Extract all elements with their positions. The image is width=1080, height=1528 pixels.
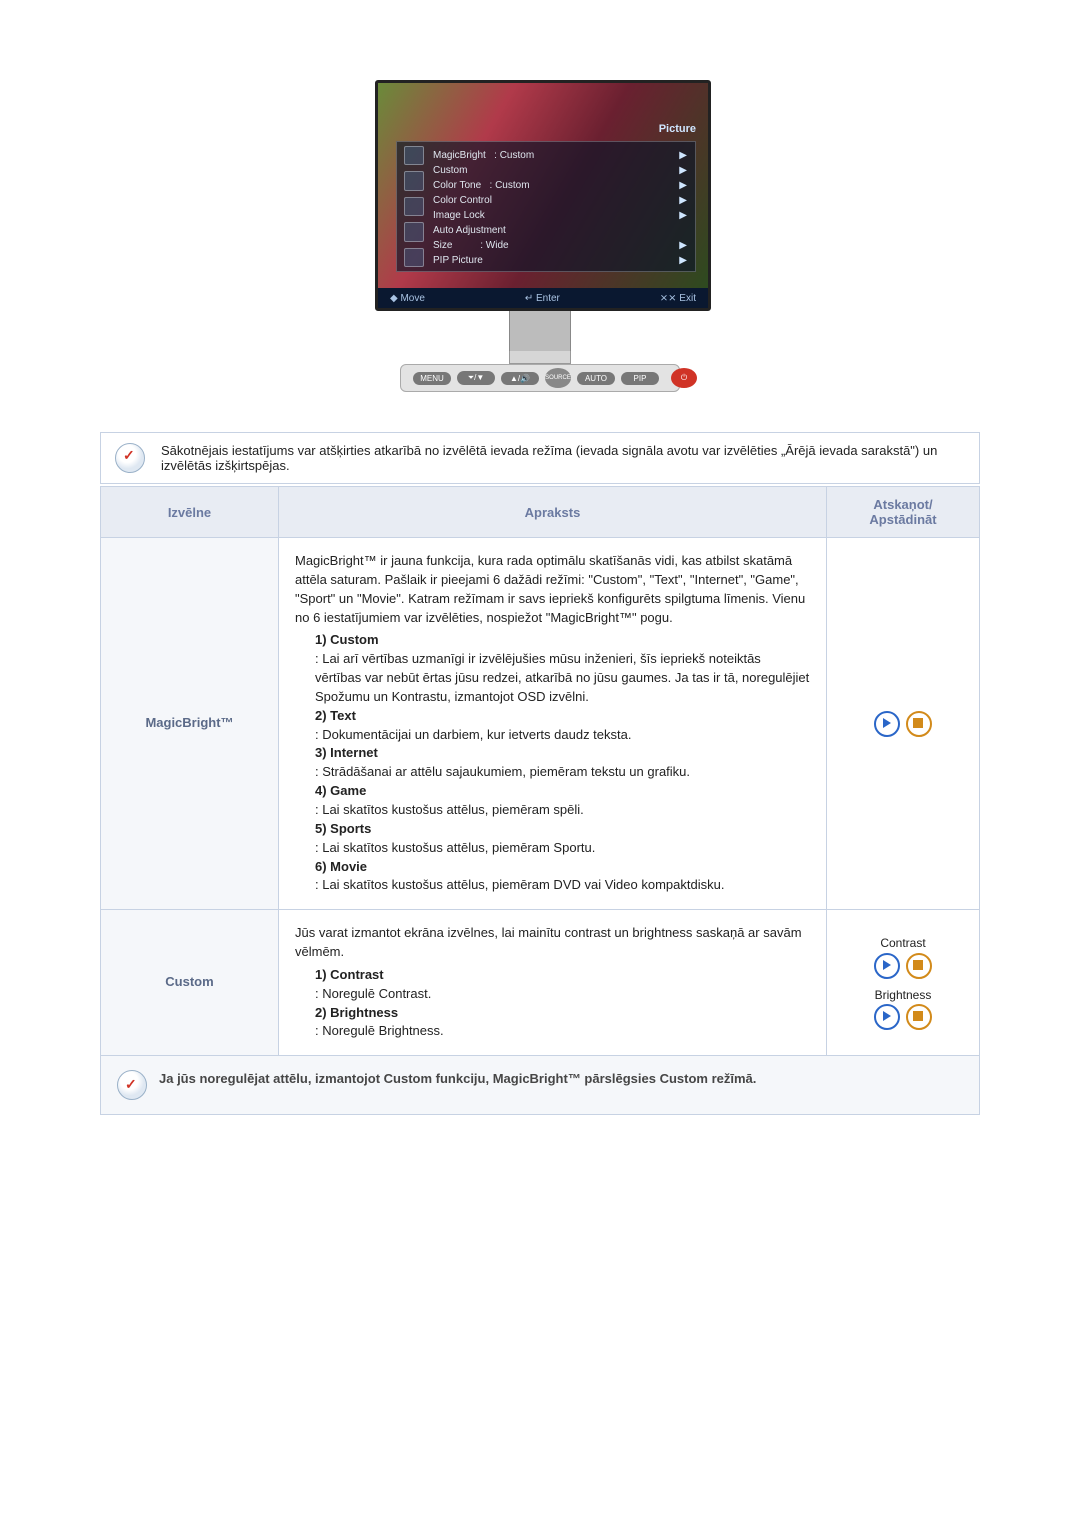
play-icon[interactable]	[874, 711, 900, 737]
osd-icon	[404, 146, 424, 165]
pip-button[interactable]: PIP	[621, 372, 659, 385]
row-name-magicbright: MagicBright™	[101, 538, 279, 910]
note-icon	[117, 1070, 147, 1100]
osd-item: Image Lock▶	[433, 208, 687, 223]
brightness-label: Brightness	[843, 987, 963, 1004]
osd-item: Auto Adjustment	[433, 223, 687, 238]
row-desc-custom: Jūs varat izmantot ekrāna izvēlnes, lai …	[279, 910, 827, 1056]
play-icon[interactable]	[874, 1004, 900, 1030]
stop-icon[interactable]	[906, 711, 932, 737]
col-header-play: Atskaņot/ Apstādināt	[827, 487, 980, 538]
footnote-text: Ja jūs noregulējat attēlu, izmantojot Cu…	[159, 1070, 756, 1089]
stop-icon[interactable]	[906, 1004, 932, 1030]
table-row: Custom Jūs varat izmantot ekrāna izvēlne…	[101, 910, 980, 1056]
osd-item: MagicBright : Custom▶	[433, 148, 687, 163]
osd-icon	[404, 222, 424, 241]
osd-category-icons	[401, 146, 427, 267]
down-button[interactable]: ⏷/▼	[457, 371, 495, 385]
table-row: MagicBright™ MagicBright™ ir jauna funkc…	[101, 538, 980, 910]
osd-item: Size : Wide▶	[433, 238, 687, 253]
osd-screen: Picture MagicBright : Custom▶ Custom▶ Co…	[375, 80, 711, 311]
power-button[interactable]: ⏻	[671, 368, 697, 388]
monitor-illustration: Picture MagicBright : Custom▶ Custom▶ Co…	[100, 80, 980, 392]
monitor-buttons: MENU ⏷/▼ ▲/🔊 SOURCE AUTO PIP ⏻	[400, 364, 680, 392]
osd-item: PIP Picture▶	[433, 253, 687, 268]
table-footnote-row: Ja jūs noregulējat attēlu, izmantojot Cu…	[101, 1056, 980, 1115]
osd-item: Custom▶	[433, 163, 687, 178]
row-play-custom: Contrast Brightness	[827, 910, 980, 1056]
osd-icon	[404, 248, 424, 267]
play-icon[interactable]	[874, 953, 900, 979]
osd-icon	[404, 197, 424, 216]
row-name-custom: Custom	[101, 910, 279, 1056]
col-header-desc: Apraksts	[279, 487, 827, 538]
auto-button[interactable]: AUTO	[577, 372, 615, 385]
col-header-menu: Izvēlne	[101, 487, 279, 538]
up-button[interactable]: ▲/🔊	[501, 372, 539, 385]
osd-title: Picture	[659, 123, 696, 135]
row-desc-magicbright: MagicBright™ ir jauna funkcija, kura rad…	[279, 538, 827, 910]
osd-item: Color Control▶	[433, 193, 687, 208]
note-icon	[115, 443, 145, 473]
osd-item: Color Tone : Custom▶	[433, 178, 687, 193]
stop-icon[interactable]	[906, 953, 932, 979]
osd-footer: ◆ Move ↵ Enter ⨯⨯ Exit	[378, 288, 708, 308]
settings-table: Izvēlne Apraksts Atskaņot/ Apstādināt Ma…	[100, 486, 980, 1115]
contrast-label: Contrast	[843, 935, 963, 952]
top-note: Sākotnējais iestatījums var atšķirties a…	[100, 432, 980, 484]
row-play-magicbright	[827, 538, 980, 910]
menu-button[interactable]: MENU	[413, 372, 451, 385]
osd-icon	[404, 171, 424, 190]
top-note-text: Sākotnējais iestatījums var atšķirties a…	[161, 443, 965, 473]
source-button[interactable]: SOURCE	[545, 368, 571, 388]
